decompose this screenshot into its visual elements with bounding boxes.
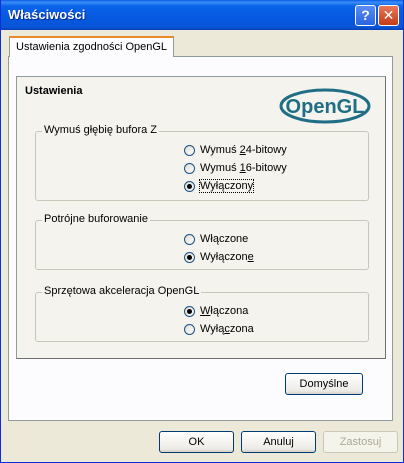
radio-label: Wyłączone xyxy=(200,251,254,263)
tab-opengl-compat[interactable]: Ustawienia zgodności OpenGL xyxy=(9,36,175,57)
radio-button[interactable] xyxy=(184,323,195,335)
zbuffer-group: Wymuś głębię bufora Z Wymuś 24-bitowy Wy… xyxy=(35,124,369,201)
defaults-button[interactable]: Domyślne xyxy=(285,373,363,395)
radio-button[interactable] xyxy=(184,233,195,245)
logo-text: OpenGL xyxy=(286,96,365,118)
radio-label: Włączona xyxy=(200,305,249,317)
radio-button[interactable] xyxy=(184,305,195,317)
triple-buffer-group-label: Potrójne buforowanie xyxy=(42,213,150,225)
help-icon[interactable]: ? xyxy=(355,5,376,26)
apply-button[interactable]: Zastosuj xyxy=(323,431,398,453)
radio-button[interactable] xyxy=(184,251,195,263)
radio-accel-on[interactable]: Włączona xyxy=(184,303,248,319)
radio-force-24bit[interactable]: Wymuś 24-bitowy xyxy=(184,142,287,158)
radio-label: Wymuś 16-bitowy xyxy=(200,162,287,174)
properties-dialog: Właściwości ? ✕ Ustawienia zgodności Ope… xyxy=(0,0,404,463)
radio-label: Włączone xyxy=(200,233,249,245)
radio-zbuffer-disabled[interactable]: Wyłączony xyxy=(184,178,255,194)
radio-triple-on[interactable]: Włączone xyxy=(184,231,248,247)
close-icon[interactable]: ✕ xyxy=(378,5,399,26)
radio-button[interactable] xyxy=(184,180,195,192)
radio-triple-off[interactable]: Wyłączone xyxy=(184,249,254,265)
zbuffer-group-label: Wymuś głębię bufora Z xyxy=(42,124,160,136)
title-bar[interactable]: Właściwości ? ✕ xyxy=(1,0,403,30)
panel-title: Ustawienia xyxy=(25,85,83,97)
opengl-logo-icon: OpenGL xyxy=(279,88,371,124)
radio-accel-off[interactable]: Wyłączona xyxy=(184,321,254,337)
radio-label: Wyłączony xyxy=(198,179,255,193)
window-title: Właściwości xyxy=(8,7,86,22)
radio-button[interactable] xyxy=(184,144,195,156)
radio-button[interactable] xyxy=(184,162,195,174)
cancel-button[interactable]: Anuluj xyxy=(241,431,316,453)
triple-buffer-group: Potrójne buforowanie Włączone Wyłączone xyxy=(35,213,369,270)
ok-button[interactable]: OK xyxy=(159,431,234,453)
hw-accel-group-label: Sprzętowa akceleracja OpenGL xyxy=(42,285,202,297)
radio-force-16bit[interactable]: Wymuś 16-bitowy xyxy=(184,160,287,176)
settings-panel: Ustawienia OpenGL Wymuś głębię bufora Z … xyxy=(16,76,386,359)
radio-label: Wyłączona xyxy=(200,323,254,335)
hw-accel-group: Sprzętowa akceleracja OpenGL Włączona Wy… xyxy=(35,285,369,342)
radio-label: Wymuś 24-bitowy xyxy=(200,144,287,156)
